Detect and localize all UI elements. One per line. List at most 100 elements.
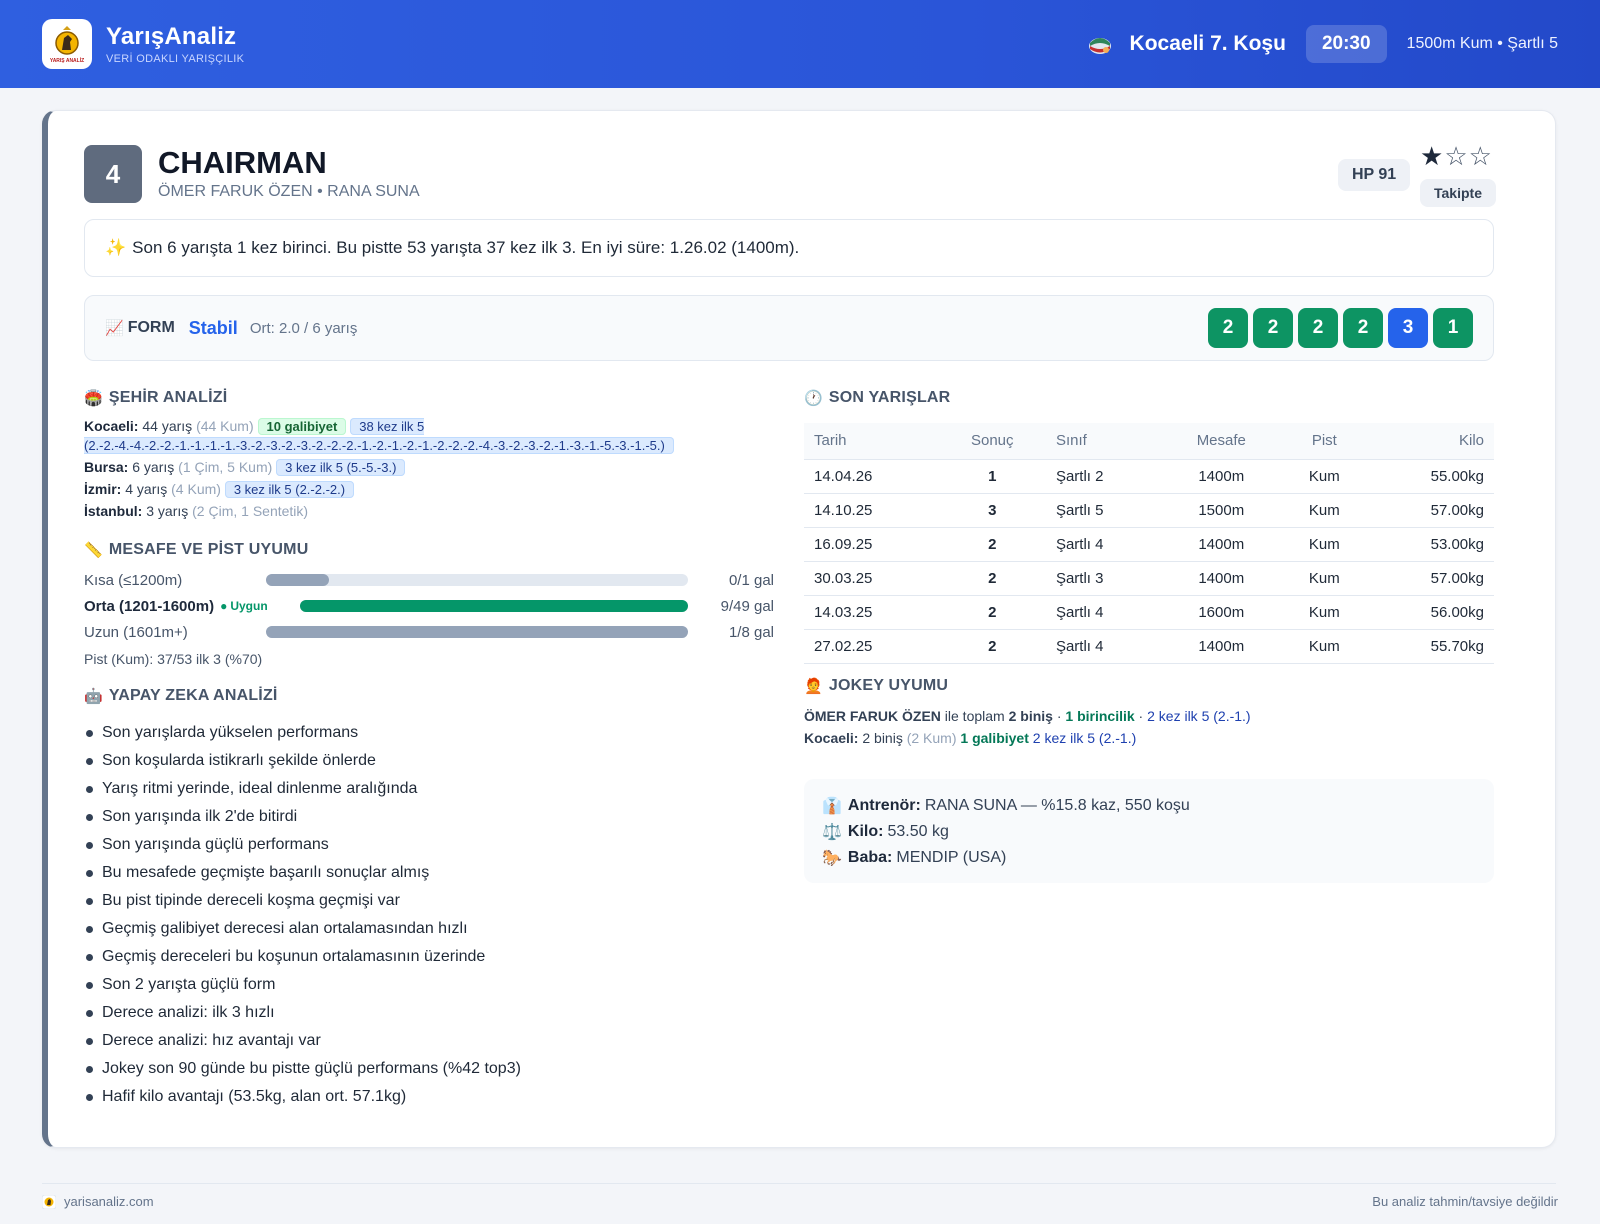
city-row: Bursa: 6 yarış (1 Çim, 5 Kum) 3 kez ilk … bbox=[84, 458, 774, 477]
race-header: Kocaeli 7. Koşu 20:30 1500m Kum • Şartlı… bbox=[1086, 25, 1558, 63]
ai-list-item: Bu pist tipinde dereceli koşma geçmişi v… bbox=[84, 887, 774, 915]
tie-icon: 👔 bbox=[822, 798, 842, 815]
distance-bar-fill bbox=[266, 626, 688, 638]
brand-name: YarışAnaliz bbox=[106, 23, 237, 50]
city-detail: (44 Kum) bbox=[196, 418, 254, 434]
ai-list-item: Geçmiş galibiyet derecesi alan ortalamas… bbox=[84, 915, 774, 943]
form-result-pill: 2 bbox=[1253, 308, 1293, 348]
weight-label: Kilo: bbox=[847, 823, 884, 840]
star-empty-icon[interactable]: ☆☆ bbox=[1444, 141, 1493, 171]
column-header: Tarih bbox=[804, 423, 939, 460]
race-result: 2 bbox=[938, 527, 1046, 562]
distance-bar bbox=[266, 574, 688, 586]
table-row: 27.02.25 2 Şartlı 4 1400m Kum 55.70kg bbox=[804, 629, 1494, 664]
jockey-top5: 2 kez ilk 5 (2.-1.) bbox=[1147, 708, 1251, 724]
form-label: 📈 FORM bbox=[105, 319, 175, 337]
jockey-icon: 🧑‍🦰 bbox=[804, 678, 823, 695]
weight-value: 53.50 kg bbox=[887, 823, 949, 840]
ruler-icon: 📏 bbox=[84, 542, 103, 559]
race-date: 27.02.25 bbox=[804, 629, 939, 664]
distance-value: 1/8 gal bbox=[728, 623, 774, 641]
jockey-total-text: ile toplam bbox=[944, 708, 1005, 724]
city-detail: (2 Çim, 1 Sentetik) bbox=[192, 503, 309, 519]
summary-text: Son 6 yarışta 1 kez birinci. Bu pistte 5… bbox=[132, 238, 800, 257]
ai-list-item: Derece analizi: ilk 3 hızlı bbox=[84, 999, 774, 1027]
weight-line: ⚖️ Kilo: 53.50 kg bbox=[822, 819, 1476, 845]
footer-site[interactable]: yarisanaliz.com bbox=[42, 1194, 154, 1209]
race-result: 1 bbox=[938, 459, 1046, 494]
star-rating[interactable]: ★☆☆ bbox=[1420, 141, 1493, 172]
race-distance: 1400m bbox=[1161, 459, 1281, 494]
separator: · bbox=[1138, 708, 1144, 724]
race-track: Kum bbox=[1280, 527, 1368, 562]
race-result: 2 bbox=[938, 561, 1046, 596]
column-header: Mesafe bbox=[1161, 423, 1281, 460]
ai-list-item: Hafif kilo avantajı (53.5kg, alan ort. 5… bbox=[84, 1083, 774, 1111]
distance-label-text: Kısa (≤1200m) bbox=[84, 571, 183, 589]
form-box: 📈 FORM Stabil Ort: 2.0 / 6 yarış 222231 bbox=[84, 295, 1494, 361]
city-detail: (1 Çim, 5 Kum) bbox=[178, 459, 273, 475]
column-header: Kilo bbox=[1367, 423, 1494, 460]
sparkle-icon: ✨ bbox=[105, 238, 127, 257]
race-distance: 1400m bbox=[1161, 561, 1281, 596]
distance-title-text: MESAFE VE PİST UYUMU bbox=[108, 541, 309, 558]
jockey-name: ÖMER FARUK ÖZEN bbox=[804, 708, 941, 724]
form-average: Ort: 2.0 / 6 yarış bbox=[249, 319, 358, 337]
city-row: İstanbul: 3 yarış (2 Çim, 1 Sentetik) bbox=[84, 502, 774, 521]
table-row: 16.09.25 2 Şartlı 4 1400m Kum 53.00kg bbox=[804, 527, 1494, 562]
ai-list-item: Son yarışında ilk 2'de bitirdi bbox=[84, 803, 774, 831]
distance-bar bbox=[266, 626, 688, 638]
column-header: Sınıf bbox=[1045, 423, 1162, 460]
jockey-wins: 1 birincilik bbox=[1065, 708, 1135, 724]
race-class: Şartlı 4 bbox=[1045, 595, 1162, 630]
last-races-title: 🕐 SON YARIŞLAR bbox=[804, 389, 950, 407]
ai-list-item: Derece analizi: hız avantajı var bbox=[84, 1027, 774, 1055]
sire-line: 🐎 Baba: MENDIP (USA) bbox=[822, 845, 1476, 871]
ai-list-item: Son 2 yarışta güçlü form bbox=[84, 971, 774, 999]
ai-analysis-title-text: YAPAY ZEKA ANALİZİ bbox=[108, 687, 278, 704]
brand-logo[interactable]: YARIŞ ANALİZ bbox=[42, 19, 92, 69]
summary-box: ✨ Son 6 yarışta 1 kez birinci. Bu pistte… bbox=[84, 219, 1494, 277]
ai-list-item: Bu mesafede geçmişte başarılı sonuçlar a… bbox=[84, 859, 774, 887]
race-result: 3 bbox=[938, 493, 1046, 528]
table-row: 14.10.25 3 Şartlı 5 1500m Kum 57.00kg bbox=[804, 493, 1494, 528]
race-date: 14.03.25 bbox=[804, 595, 939, 630]
city-races: 3 yarış bbox=[146, 503, 189, 519]
city-name: Bursa: bbox=[84, 459, 129, 475]
horse-number-badge: 4 bbox=[84, 145, 142, 203]
info-box: 👔 Antrenör: RANA SUNA — %15.8 kaz, 550 k… bbox=[804, 779, 1494, 883]
city-top5-badge: 3 kez ilk 5 (5.-5.-3.) bbox=[276, 459, 406, 476]
distance-label: Kısa (≤1200m) bbox=[84, 572, 266, 589]
city-races: 4 yarış bbox=[125, 481, 168, 497]
follow-button[interactable]: Takipte bbox=[1420, 179, 1496, 207]
race-date: 14.10.25 bbox=[804, 493, 939, 528]
footer-site-text[interactable]: yarisanaliz.com bbox=[64, 1194, 154, 1209]
distance-bar-fill bbox=[300, 600, 688, 612]
city-name: Kocaeli: bbox=[84, 418, 139, 434]
city-wins-badge: 10 galibiyet bbox=[257, 418, 347, 435]
jockey-total-line: ÖMER FARUK ÖZEN ile toplam 2 biniş · 1 b… bbox=[804, 705, 1494, 727]
footer-disclaimer: Bu analiz tahmin/tavsiye değildir bbox=[1372, 1194, 1558, 1209]
race-class: Şartlı 2 bbox=[1045, 459, 1162, 494]
race-date: 16.09.25 bbox=[804, 527, 939, 562]
jockey-city: Kocaeli: bbox=[804, 730, 859, 746]
last-races-title-text: SON YARIŞLAR bbox=[828, 389, 951, 406]
form-result-pill: 3 bbox=[1388, 308, 1428, 348]
ai-list-item: Son koşularda istikrarlı şekilde önlerde bbox=[84, 747, 774, 775]
stadium-icon: 🏟️ bbox=[84, 390, 103, 407]
column-header: Sonuç bbox=[938, 423, 1046, 460]
jockey-city-line: Kocaeli: 2 biniş (2 Kum) 1 galibiyet 2 k… bbox=[804, 727, 1494, 749]
jockey-city-wins: 1 galibiyet bbox=[960, 730, 1029, 746]
horse-icon: 🐎 bbox=[822, 850, 842, 867]
jockey-city-detail: (2 Kum) bbox=[906, 730, 957, 746]
race-class: Şartlı 5 bbox=[1045, 493, 1162, 528]
form-result-pill: 2 bbox=[1208, 308, 1248, 348]
star-filled-icon[interactable]: ★ bbox=[1420, 141, 1444, 171]
top-bar: YARIŞ ANALİZ YarışAnaliz VERİ ODAKLI YAR… bbox=[0, 0, 1600, 88]
race-distance: 1400m bbox=[1161, 629, 1281, 664]
form-state: Stabil bbox=[188, 317, 238, 338]
distance-label-text: Uzun (1601m+) bbox=[84, 623, 188, 641]
race-weight: 57.00kg bbox=[1367, 561, 1494, 596]
race-distance: 1400m bbox=[1161, 527, 1281, 562]
jockey-trainer: ÖMER FARUK ÖZEN • RANA SUNA bbox=[158, 183, 420, 200]
